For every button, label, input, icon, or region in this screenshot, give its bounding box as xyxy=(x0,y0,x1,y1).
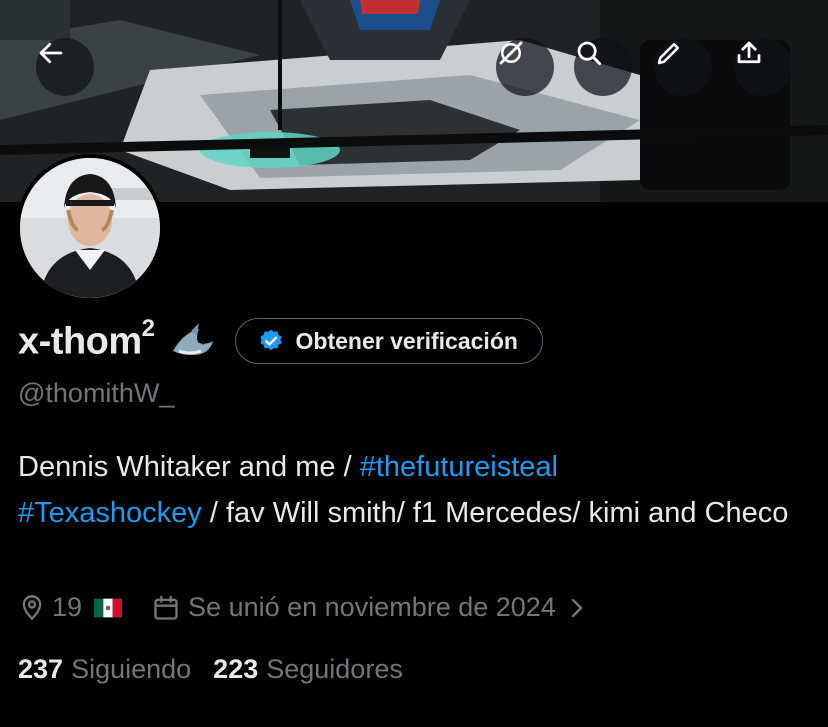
followers-label: Seguidores xyxy=(266,654,403,684)
profile-meta: 19 Se unió en noviembre de 2024 xyxy=(18,592,584,623)
bio-text-1: Dennis Whitaker and me / xyxy=(18,451,360,483)
location-text: 19 xyxy=(52,592,83,622)
arrow-left-icon xyxy=(39,42,63,64)
share-icon xyxy=(737,41,761,64)
following-count: 237 xyxy=(18,654,64,684)
back-button[interactable] xyxy=(36,38,94,96)
grok-button[interactable] xyxy=(496,38,554,96)
calendar-icon xyxy=(154,595,178,620)
grok-icon xyxy=(499,41,523,65)
verified-badge-icon xyxy=(259,329,282,351)
hashtag-link[interactable]: #thefutureisteal xyxy=(360,451,558,483)
search-icon xyxy=(577,41,602,66)
hashtag-link[interactable]: #Texashockey xyxy=(18,497,202,529)
following-link[interactable]: 237 Siguiendo xyxy=(18,654,191,685)
shark-emoji-icon xyxy=(172,323,213,355)
bio-text-2: / fav Will smith/ f1 Mercedes/ kimi and … xyxy=(201,497,789,529)
following-label: Siguiendo xyxy=(71,654,192,684)
profile-bio: Dennis Whitaker and me / #thefutureistea… xyxy=(18,444,808,536)
username-handle: @thomithW_ xyxy=(18,378,175,408)
avatar-image xyxy=(20,158,160,298)
location-pin-icon xyxy=(22,594,42,620)
followers-count: 223 xyxy=(213,654,259,684)
profile-avatar[interactable] xyxy=(16,154,164,302)
followers-link[interactable]: 223 Seguidores xyxy=(213,654,403,685)
profile-name-row: x-thom2 Obtener verificación xyxy=(18,314,543,364)
get-verified-label: Obtener verificación xyxy=(295,327,518,354)
display-name: x-thom2 xyxy=(18,314,155,363)
share-button[interactable] xyxy=(734,38,792,96)
join-date-text: Se unió en noviembre de 2024 xyxy=(188,592,556,622)
edit-button[interactable] xyxy=(654,38,712,96)
chevron-right-icon xyxy=(571,598,583,617)
search-button[interactable] xyxy=(574,38,632,96)
follow-stats: 237 Siguiendo 223 Seguidores xyxy=(18,654,403,685)
get-verified-button[interactable]: Obtener verificación xyxy=(234,318,543,364)
pencil-icon xyxy=(657,43,679,65)
join-date[interactable]: Se unió en noviembre de 2024 xyxy=(152,592,584,623)
mexico-flag-icon xyxy=(94,598,123,617)
location: 19 xyxy=(18,592,123,623)
